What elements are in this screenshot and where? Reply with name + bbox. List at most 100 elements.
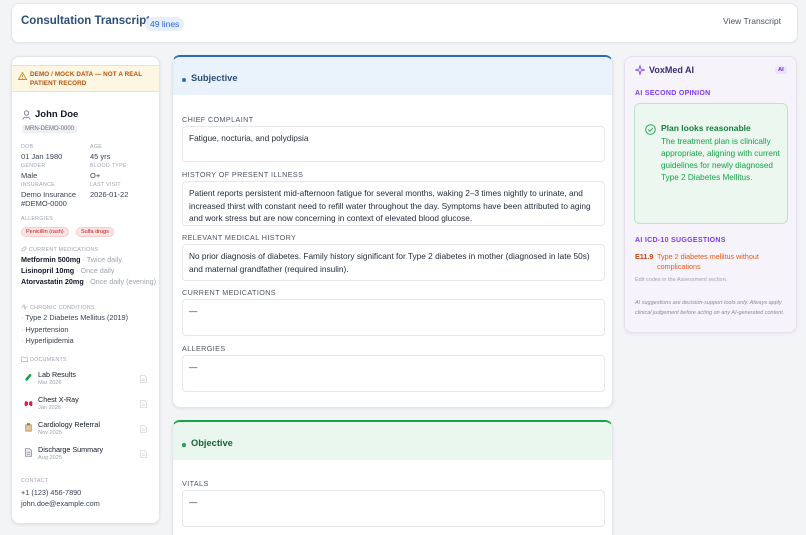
download-icon[interactable] (140, 450, 147, 458)
lungs-icon (24, 399, 33, 407)
vitals-field[interactable]: — (182, 490, 605, 527)
vitals-label: VITALS (182, 479, 209, 488)
hpi-label: HISTORY OF PRESENT ILLNESS (182, 170, 304, 179)
download-icon[interactable] (140, 375, 147, 383)
edit-codes-note: Edit codes in the Assessment section. (635, 277, 728, 283)
objective-title: Objective (191, 438, 233, 448)
contact-label: CONTACT (21, 478, 49, 484)
medical-history-label: RELEVANT MEDICAL HISTORY (182, 233, 297, 242)
clipboard-icon (25, 423, 32, 432)
chief-complaint-label: CHIEF COMPLAINT (182, 115, 254, 124)
condition-item: · Hyperlipidemia (21, 336, 74, 345)
sparkle-icon (635, 65, 645, 75)
documents-heading: DOCUMENTS (21, 356, 67, 363)
medication-frequency: · Once daily (evening) (85, 277, 157, 286)
ai-panel-title: VoxMed AI (649, 65, 695, 75)
person-icon (22, 110, 31, 120)
medication-row: Lisinopril 10mg · Once daily (21, 266, 157, 276)
document-date: Mar 2026 (38, 380, 62, 386)
chief-complaint-field[interactable]: Fatigue, nocturia, and polydipsia (182, 126, 605, 162)
blood-type-label: BLOOD TYPE (90, 163, 127, 169)
subjective-title: Subjective (191, 73, 238, 83)
patient-name: John Doe (35, 109, 79, 120)
view-transcript-button[interactable]: View Transcript (723, 16, 781, 26)
age-label: AGE (90, 144, 103, 150)
document-name: Cardiology Referral (38, 420, 100, 429)
download-icon[interactable] (140, 425, 147, 433)
document-name: Chest X-Ray (38, 395, 79, 404)
transcript-header: Consultation Transcript 49 lines View Tr… (11, 3, 798, 43)
condition-item: · Hypertension (21, 325, 69, 334)
medication-row: Atorvastatin 20mg · Once daily (evening) (21, 277, 157, 287)
objective-header[interactable]: Objective (173, 422, 612, 460)
document-item[interactable]: Lab Results Mar 2026 (24, 370, 152, 390)
condition-text: Hypertension (25, 325, 69, 334)
warning-icon (18, 72, 27, 80)
pill-icon (21, 246, 27, 252)
pulse-icon (21, 304, 28, 310)
gender-value: Male (21, 171, 38, 180)
ai-badge: AI (775, 66, 787, 74)
medication-name: Lisinopril 10mg (21, 266, 75, 275)
medication-row: Metformin 500mg · Twice daily (21, 255, 157, 265)
folder-icon (21, 356, 28, 362)
chronic-conditions-label: CHRONIC CONDITIONS (30, 305, 95, 311)
current-medications-field-label: CURRENT MEDICATIONS (182, 288, 276, 297)
document-item[interactable]: Discharge Summary Aug 2025 (24, 445, 152, 465)
subjective-section: Subjective CHIEF COMPLAINT Fatigue, noct… (172, 55, 613, 408)
patient-panel: DEMO / MOCK DATA — NOT A REAL PATIENT RE… (11, 56, 160, 524)
last-visit-label: LAST VISIT (90, 182, 121, 188)
blood-type-value: O+ (90, 171, 101, 180)
subjective-header[interactable]: Subjective (173, 57, 612, 95)
patient-email: john.doe@example.com (21, 499, 100, 508)
document-item[interactable]: Cardiology Referral Nov 2025 (24, 420, 152, 440)
section-dot (182, 78, 186, 82)
last-visit-value: 2026-01-22 (90, 190, 129, 199)
ai-disclaimer: AI suggestions are decision-support tool… (635, 300, 785, 316)
document-item[interactable]: Chest X-Ray Jan 2026 (24, 395, 152, 415)
document-date: Aug 2025 (38, 455, 62, 461)
allergies-field[interactable]: — (182, 355, 605, 392)
download-icon[interactable] (140, 400, 147, 408)
insurance-value: Demo Insurance #DEMO-0000 (21, 190, 77, 208)
second-opinion-card: Plan looks reasonable The treatment plan… (634, 103, 788, 224)
condition-text: Type 2 Diabetes Mellitus (2019) (25, 313, 129, 322)
check-circle-icon (645, 124, 656, 135)
current-medications-label: CURRENT MEDICATIONS (29, 247, 99, 253)
dob-label: DOB (21, 144, 34, 150)
icd-code: E11.9 (635, 252, 654, 261)
ai-panel: VoxMed AI AI AI SECOND OPINION Plan look… (624, 56, 797, 333)
lines-count-badge: 49 lines (145, 17, 185, 31)
icd-suggestions-label: AI ICD-10 SUGGESTIONS (635, 237, 726, 244)
medical-history-field[interactable]: No prior diagnosis of diabetes. Family h… (182, 244, 605, 281)
chronic-conditions-heading: CHRONIC CONDITIONS (21, 304, 95, 311)
document-date: Nov 2025 (38, 430, 62, 436)
allergy-tag: Penicillin (rash) (21, 227, 69, 237)
hpi-field[interactable]: Patient reports persistent mid-afternoon… (182, 181, 605, 226)
current-medications-heading: CURRENT MEDICATIONS (21, 246, 98, 253)
condition-item: · Type 2 Diabetes Mellitus (2019) (21, 313, 129, 322)
documents-label: DOCUMENTS (30, 357, 67, 363)
gender-label: GENDER (21, 163, 46, 169)
opinion-text: The treatment plan is clinically appropr… (661, 137, 780, 182)
condition-text: Hyperlipidemia (25, 336, 74, 345)
allergy-tag: Sulfa drugs (76, 227, 114, 237)
age-value: 45 yrs (90, 152, 111, 161)
demo-banner-text: DEMO / MOCK DATA — NOT A REAL PATIENT RE… (30, 71, 143, 87)
icd-description: Type 2 diabetes mellitus without complic… (657, 252, 759, 271)
allergies-label: ALLERGIES (21, 216, 54, 222)
document-icon (25, 448, 32, 457)
medication-frequency: · Once daily (76, 266, 115, 275)
document-name: Lab Results (38, 370, 76, 379)
medication-name: Metformin 500mg (21, 255, 81, 264)
patient-phone: +1 (123) 456-7890 (21, 488, 82, 497)
demo-data-banner: DEMO / MOCK DATA — NOT A REAL PATIENT RE… (12, 65, 159, 92)
insurance-label: INSURANCE (21, 182, 55, 188)
dob-value: 01 Jan 1980 (21, 152, 63, 161)
section-dot (182, 443, 186, 447)
test-tube-icon (25, 373, 32, 381)
current-medications-field[interactable]: — (182, 299, 605, 336)
document-date: Jan 2026 (38, 405, 62, 411)
objective-section: Objective VITALS — (172, 420, 613, 535)
medication-name: Atorvastatin 20mg (21, 277, 84, 286)
